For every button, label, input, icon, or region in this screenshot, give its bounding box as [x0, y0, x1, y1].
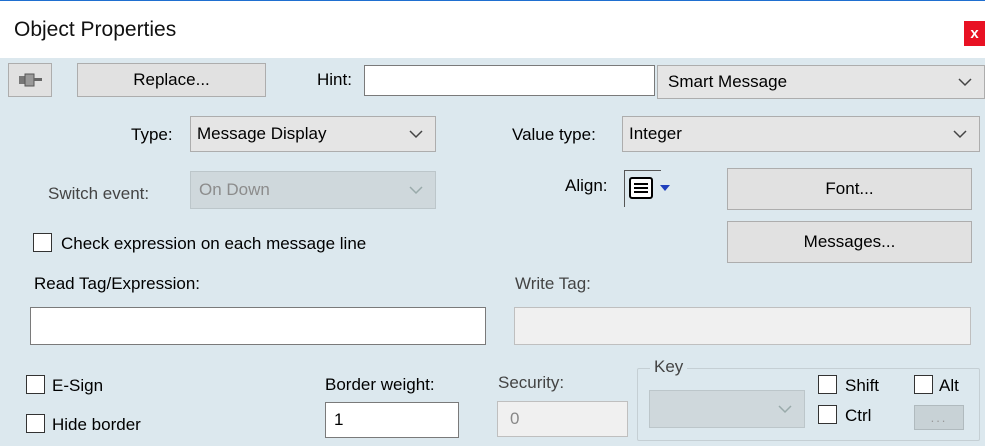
close-button[interactable]: x [964, 21, 985, 46]
type-label: Type: [131, 125, 173, 144]
border-weight-label: Border weight: [325, 375, 435, 394]
align-label: Align: [565, 176, 608, 195]
messages-button[interactable]: Messages... [727, 221, 972, 263]
check-expression-label: Check expression on each message line [61, 234, 367, 253]
window-top-border [0, 0, 985, 1]
ctrl-label: Ctrl [845, 406, 872, 425]
write-tag-input [514, 307, 971, 345]
smart-select[interactable]: Smart Message [657, 65, 985, 99]
align-left-lines-icon [629, 177, 653, 199]
read-tag-label: Read Tag/Expression: [34, 274, 201, 293]
security-input: 0 [497, 401, 628, 437]
chevron-down-icon [958, 78, 972, 87]
pin-button[interactable] [8, 63, 52, 97]
type-select[interactable]: Message Display [190, 116, 436, 152]
hide-border-checkbox[interactable] [26, 414, 45, 433]
security-label: Security: [498, 373, 565, 392]
chevron-down-icon [409, 186, 423, 195]
switch-event-select-value: On Down [199, 180, 270, 199]
alt-checkbox[interactable] [914, 375, 933, 394]
shift-label: Shift [845, 376, 880, 395]
value-type-label: Value type: [512, 125, 596, 144]
font-button[interactable]: Font... [727, 168, 972, 210]
alt-label: Alt [939, 376, 959, 395]
value-type-select[interactable]: Integer [622, 116, 980, 152]
key-group-label: Key [650, 357, 688, 377]
border-weight-input[interactable]: 1 [325, 402, 459, 438]
align-button[interactable] [624, 170, 694, 207]
dropdown-arrow-icon [660, 185, 670, 191]
pin-icon [19, 73, 42, 87]
chevron-down-icon [953, 130, 967, 139]
key-ellipsis-button: ... [914, 405, 964, 430]
replace-button[interactable]: Replace... [77, 63, 266, 97]
value-type-select-value: Integer [629, 124, 682, 143]
hide-border-label: Hide border [52, 415, 141, 434]
check-expression-checkbox[interactable] [33, 233, 52, 252]
read-tag-input[interactable] [30, 307, 486, 345]
switch-event-label: Switch event: [48, 184, 150, 203]
hint-input[interactable] [364, 65, 655, 96]
esign-label: E-Sign [52, 376, 104, 395]
shift-checkbox[interactable] [818, 375, 837, 394]
hint-label: Hint: [317, 70, 352, 89]
write-tag-label: Write Tag: [515, 274, 591, 293]
chevron-down-icon [409, 130, 423, 139]
switch-event-select: On Down [190, 171, 436, 209]
type-select-value: Message Display [197, 124, 327, 143]
esign-checkbox[interactable] [26, 375, 45, 394]
key-select [649, 390, 805, 428]
window-title: Object Properties [14, 18, 177, 41]
smart-select-value: Smart Message [668, 72, 788, 91]
chevron-down-icon [778, 405, 792, 414]
ctrl-checkbox[interactable] [818, 405, 837, 424]
